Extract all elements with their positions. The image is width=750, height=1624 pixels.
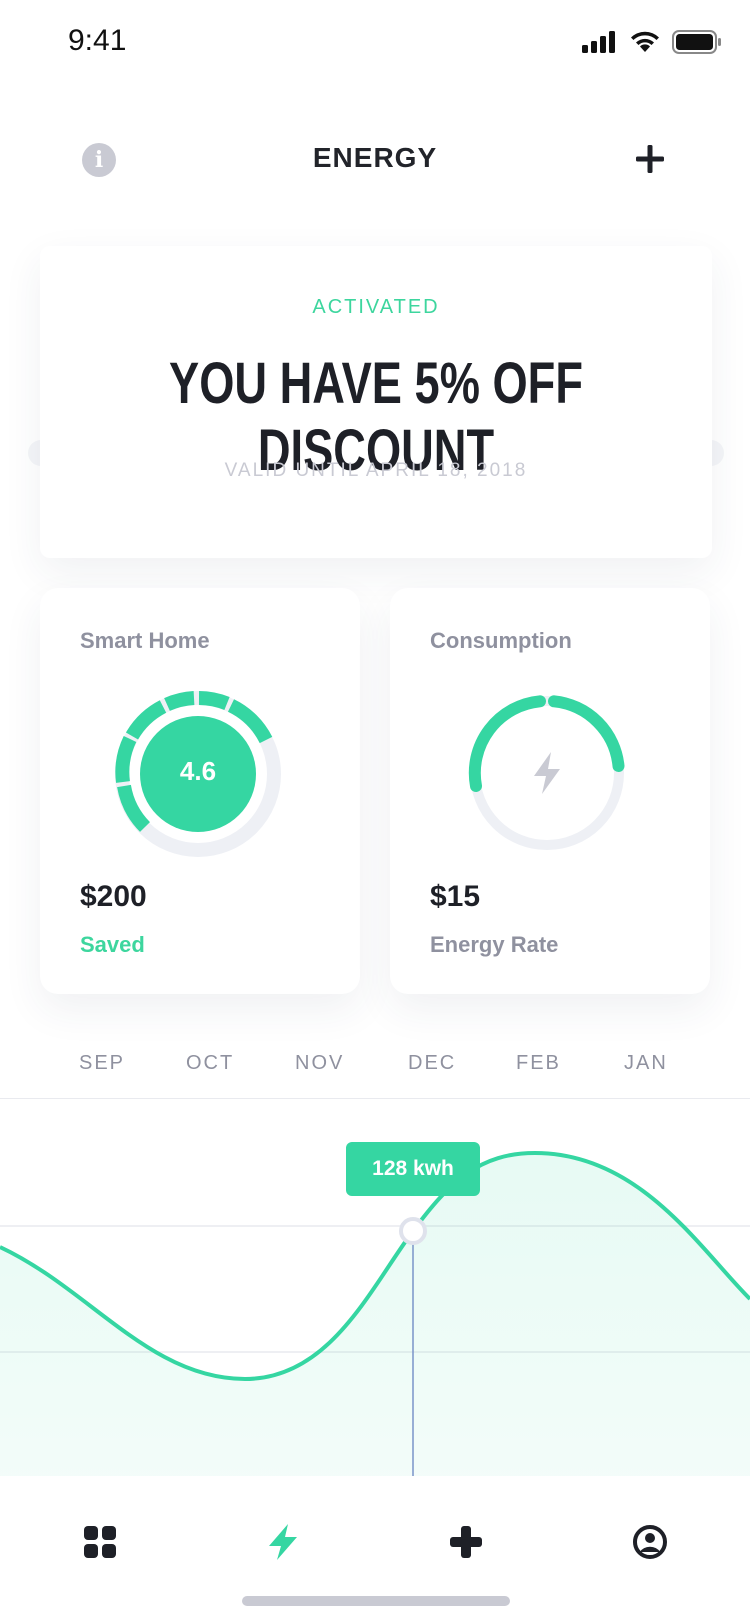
month-sep[interactable]: SEP xyxy=(79,1052,125,1075)
plus-icon[interactable] xyxy=(634,143,666,175)
saved-label: Saved xyxy=(80,932,145,957)
promo-valid-until: VALID UNTIL APRIL 18, 2018 xyxy=(224,460,528,481)
discount-card[interactable]: ACTIVATED YOU HAVE 5% OFF DISCOUNT VALID… xyxy=(40,246,712,558)
profile-icon[interactable] xyxy=(630,1522,670,1562)
month-nov[interactable]: NOV xyxy=(295,1052,344,1075)
battery-icon xyxy=(672,30,721,54)
chart-area xyxy=(0,1153,750,1477)
month-jan[interactable]: JAN xyxy=(624,1052,668,1075)
home-indicator[interactable] xyxy=(242,1596,510,1606)
lightning-icon xyxy=(534,752,560,794)
signal-icon xyxy=(582,31,615,53)
month-dec[interactable]: DEC xyxy=(408,1052,456,1075)
month-feb[interactable]: FEB xyxy=(516,1052,561,1075)
promo-status: ACTIVATED xyxy=(312,296,440,318)
energy-rate-amount: $15 xyxy=(430,880,481,913)
dashboard-icon[interactable] xyxy=(80,1522,120,1562)
energy-rate-label: Energy Rate xyxy=(430,932,559,957)
selection-point xyxy=(399,1217,427,1245)
card-title: Consumption xyxy=(430,628,572,653)
status-time: 9:41 xyxy=(68,24,127,57)
chart-tooltip: 128 kwh xyxy=(346,1142,480,1196)
saved-amount: $200 xyxy=(80,880,147,913)
card-title: Smart Home xyxy=(80,628,210,653)
smart-home-score: 4.6 xyxy=(179,756,217,786)
status-icons xyxy=(582,30,722,54)
month-oct[interactable]: OCT xyxy=(186,1052,234,1075)
plus-icon[interactable] xyxy=(446,1522,486,1562)
lightning-icon[interactable] xyxy=(263,1522,303,1562)
smart-home-card[interactable]: Smart Home 4.6 $200 Saved xyxy=(40,588,360,994)
consumption-card[interactable]: Consumption $15 Energy Rate xyxy=(390,588,710,994)
consumption-gauge xyxy=(468,695,625,850)
wifi-icon xyxy=(631,31,659,52)
